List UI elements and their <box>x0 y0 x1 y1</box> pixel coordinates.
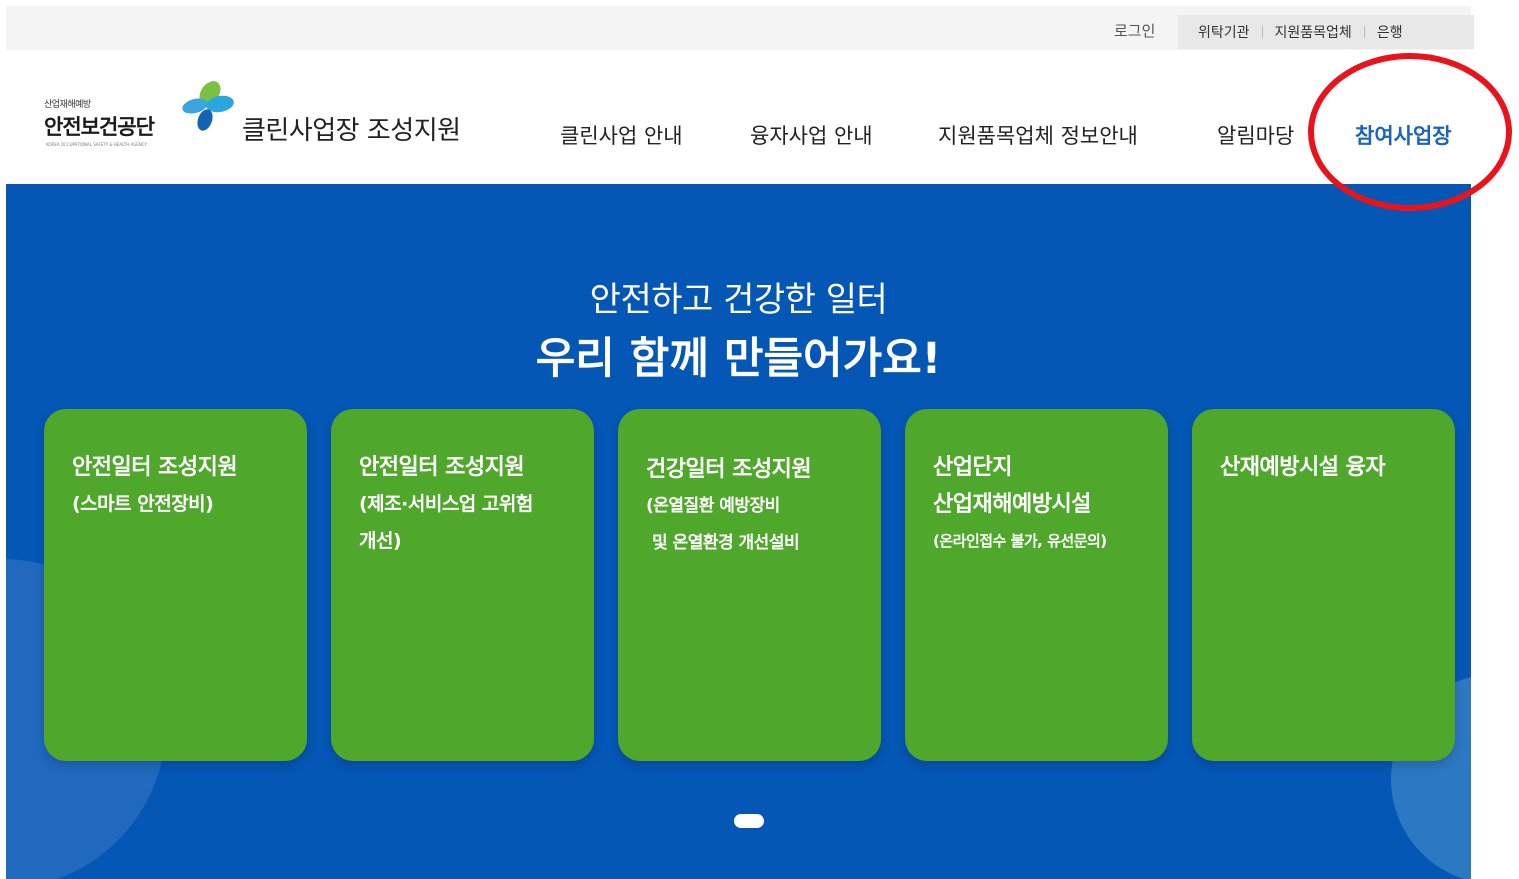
program-card-smart-safety[interactable]: 안전일터 조성지원 (스마트 안전장비) <box>44 409 307 761</box>
utility-link-supplier[interactable]: 지원품목업체 <box>1275 22 1352 42</box>
card-subtitle: (온라인접수 불가, 유선문의) <box>933 532 1107 550</box>
site-title[interactable]: 클린사업장 조성지원 <box>242 110 461 147</box>
card-subtitle: (스마트 안전장비) <box>72 493 214 515</box>
nav-clean-business-guide[interactable]: 클린사업 안내 <box>560 120 683 150</box>
utility-divider <box>1261 26 1263 38</box>
card-title: 안전일터 조성지원 <box>359 455 525 480</box>
card-title: 건강일터 조성지원 <box>646 457 812 482</box>
program-card-loan[interactable]: 산재예방시설 융자 <box>1192 409 1455 761</box>
carousel-pager-dot[interactable] <box>734 814 764 828</box>
card-subtitle: (제조·서비스업 고위험 <box>359 493 533 515</box>
logo-small-text: 산업재해예방 <box>44 100 91 110</box>
utility-links: 위탁기관 지원품목업체 은행 <box>1178 15 1474 49</box>
site-header: 산업재해예방 안전보건공단 KOREA OCCUPATIONAL SAFETY … <box>6 50 1471 184</box>
card-title: 산재예방시설 융자 <box>1220 455 1386 480</box>
nav-participating-workplaces[interactable]: 참여사업장 <box>1355 120 1452 150</box>
utility-divider <box>1363 26 1365 38</box>
utility-link-trustee[interactable]: 위탁기관 <box>1198 22 1250 42</box>
login-link[interactable]: 로그인 <box>1114 20 1155 41</box>
program-card-high-risk[interactable]: 안전일터 조성지원 (제조·서비스업 고위험 개선) <box>331 409 594 761</box>
card-subtitle: 개선) <box>359 530 402 552</box>
nav-loan-business-guide[interactable]: 융자사업 안내 <box>750 120 873 150</box>
card-subtitle: 및 온열환경 개선설비 <box>652 533 800 553</box>
hero-banner: 안전하고 건강한 일터 우리 함께 만들어가요! 안전일터 조성지원 (스마트 … <box>6 184 1471 879</box>
card-subtitle: (온열질환 예방장비 <box>646 496 780 516</box>
cross-logo-icon <box>182 81 234 131</box>
logo-english-text: KOREA OCCUPATIONAL SAFETY & HEALTH AGENC… <box>46 142 147 147</box>
logo-main-text: 안전보건공단 <box>44 115 155 139</box>
hero-title: 우리 함께 만들어가요! <box>535 334 942 384</box>
card-title: 산업단지 <box>933 455 1012 480</box>
card-title: 안전일터 조성지원 <box>72 455 238 480</box>
kosha-logo[interactable]: 산업재해예방 안전보건공단 KOREA OCCUPATIONAL SAFETY … <box>44 97 194 157</box>
card-title: 산업재해예방시설 <box>933 492 1091 517</box>
program-card-health[interactable]: 건강일터 조성지원 (온열질환 예방장비 및 온열환경 개선설비 <box>618 409 881 761</box>
nav-supplier-info[interactable]: 지원품목업체 정보안내 <box>938 120 1138 150</box>
hero-subtitle: 안전하고 건강한 일터 <box>589 280 888 320</box>
page: 로그인 위탁기관 지원품목업체 은행 산업재해예방 안전보건공단 KOREA O… <box>0 0 1519 879</box>
utility-bar: 로그인 위탁기관 지원품목업체 은행 <box>6 6 1474 50</box>
program-card-industrial-complex[interactable]: 산업단지 산업재해예방시설 (온라인접수 불가, 유선문의) <box>905 409 1168 761</box>
utility-link-bank[interactable]: 은행 <box>1377 22 1403 42</box>
nav-notice-board[interactable]: 알림마당 <box>1217 120 1294 150</box>
